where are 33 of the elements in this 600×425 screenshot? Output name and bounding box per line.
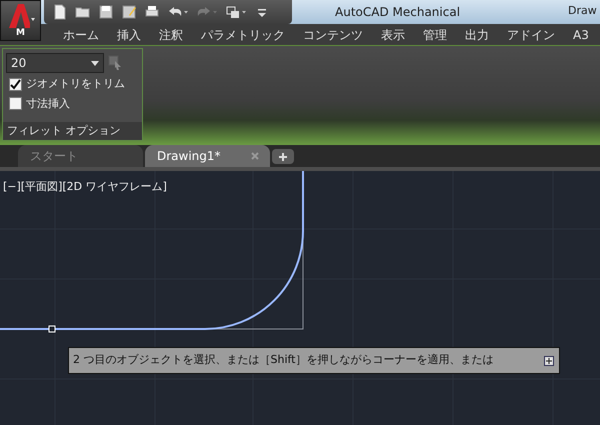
new-tab-button[interactable] [272,149,294,164]
caret-icon [91,60,99,66]
ribbon-tab[interactable]: 注釈 [150,26,192,44]
ribbon-tab[interactable]: A3 [564,26,598,44]
application-menu-button[interactable]: M [0,0,41,41]
floppy-pencil-icon[interactable] [121,4,137,20]
prompt-text: 2 つ目のオブジェクトを選択、または［Shift］を押しながらコーナーを適用、または [73,352,494,368]
checkbox-label: 寸法挿入 [26,96,70,112]
viewport-controls-label[interactable]: [−][平面図][2D ワイヤフレーム] [3,179,167,196]
ribbon-tab[interactable]: 表示 [372,26,414,44]
expand-icon[interactable] [544,356,554,366]
checkbox[interactable] [9,97,22,110]
pick-cursor-icon[interactable] [108,55,122,71]
checkbox-label: ジオメトリをトリム [26,76,125,92]
ribbon-tab[interactable]: 挿入 [108,26,150,44]
ribbon-tab[interactable]: アドイン [498,26,564,44]
dropdown-value: 20 [11,55,26,72]
menu-badge-label: M [16,29,25,38]
ribbon-tab[interactable]: 出力 [456,26,498,44]
ribbon-tab[interactable]: コンテンツ [294,26,372,44]
panel-title: フィレット オプション [3,122,142,140]
ribbon-tab[interactable]: パラメトリック [192,26,294,44]
windows-swap-icon[interactable] [225,4,247,20]
window-title: AutoCAD Mechanical [335,4,460,21]
checkbox[interactable] [9,78,22,91]
new-file-icon[interactable] [52,4,68,20]
ribbon-tab[interactable]: ホーム [54,26,108,44]
ribbon-tab[interactable]: 管理 [414,26,456,44]
document-title: Draw [568,3,597,19]
file-tab[interactable]: Drawing1* [145,145,270,167]
radius-dropdown[interactable]: 20 [6,53,104,73]
plus-icon [278,152,288,162]
grip-handle[interactable] [48,326,56,332]
